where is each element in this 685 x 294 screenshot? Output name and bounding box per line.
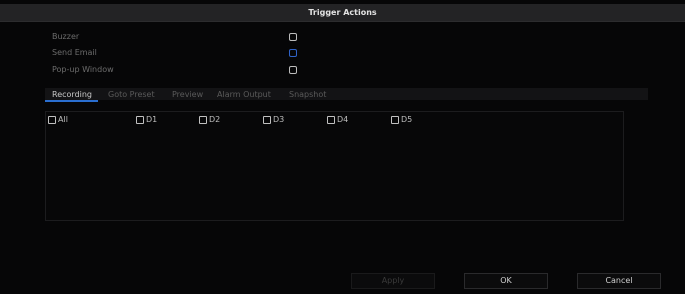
tab-preview[interactable]: Preview xyxy=(172,90,203,99)
trigger-actions-dialog: Trigger Actions Buzzer Send Email Pop-up… xyxy=(0,0,685,294)
channel-d1-checkbox[interactable] xyxy=(136,116,144,124)
active-tab-indicator xyxy=(45,100,98,102)
buzzer-checkbox[interactable] xyxy=(289,33,297,41)
tab-recording[interactable]: Recording xyxy=(52,90,92,99)
option-popup-window-label: Pop-up Window xyxy=(52,65,114,74)
apply-button[interactable]: Apply xyxy=(351,273,435,289)
tab-goto-preset[interactable]: Goto Preset xyxy=(108,90,155,99)
channel-d2-label: D2 xyxy=(209,115,221,124)
send-email-checkbox[interactable] xyxy=(289,49,297,57)
ok-button[interactable]: OK xyxy=(464,273,548,289)
option-buzzer-label: Buzzer xyxy=(52,32,80,41)
tab-alarm-output[interactable]: Alarm Output xyxy=(217,90,271,99)
tab-snapshot[interactable]: Snapshot xyxy=(289,90,326,99)
channel-d1-label: D1 xyxy=(146,115,158,124)
channel-d5-label: D5 xyxy=(401,115,413,124)
channel-all-label: All xyxy=(58,115,68,124)
channel-all-checkbox[interactable] xyxy=(48,116,56,124)
channel-d4-label: D4 xyxy=(337,115,349,124)
dialog-title: Trigger Actions xyxy=(308,8,377,17)
cancel-button[interactable]: Cancel xyxy=(577,273,661,289)
channel-d2-checkbox[interactable] xyxy=(199,116,207,124)
action-tabs: Recording Goto Preset Preview Alarm Outp… xyxy=(45,88,648,100)
dialog-titlebar: Trigger Actions xyxy=(0,4,685,22)
option-send-email-label: Send Email xyxy=(52,48,97,57)
channel-d5-checkbox[interactable] xyxy=(391,116,399,124)
channel-d3-label: D3 xyxy=(273,115,285,124)
channel-d3-checkbox[interactable] xyxy=(263,116,271,124)
channel-panel: All D1 D2 D3 D4 D5 xyxy=(45,111,624,221)
channel-d4-checkbox[interactable] xyxy=(327,116,335,124)
popup-window-checkbox[interactable] xyxy=(289,66,297,74)
